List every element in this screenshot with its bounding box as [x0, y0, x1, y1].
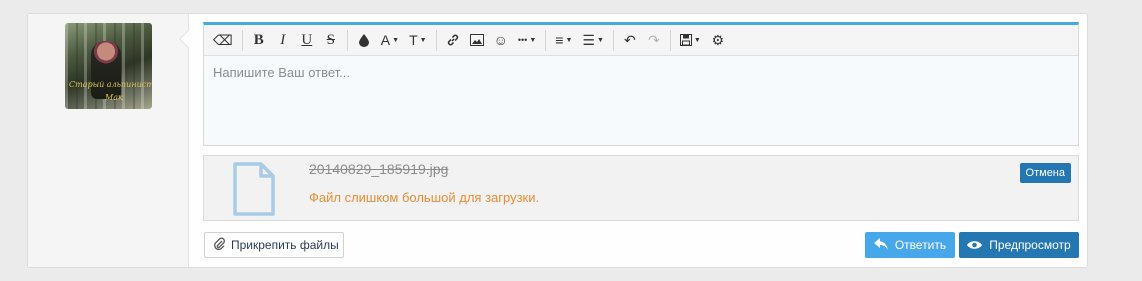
attachment-file-name: 20140829_185919.jpg — [309, 161, 449, 177]
more-icon: ••• — [517, 35, 528, 45]
avatar[interactable]: Старый альпинист Мак — [65, 23, 152, 109]
bold-button[interactable]: B — [247, 28, 271, 52]
preview-button[interactable]: Предпросмотр — [959, 232, 1079, 258]
user-column: Старый альпинист Мак — [28, 14, 189, 267]
chevron-down-icon: ▼ — [419, 36, 427, 44]
reply-label: Ответить — [894, 238, 947, 252]
attach-files-label: Прикрепить файлы — [231, 238, 339, 252]
chevron-down-icon: ▼ — [392, 36, 400, 44]
attach-files-button[interactable]: Прикрепить файлы — [204, 232, 344, 258]
avatar-caption: Старый альпинист — [69, 80, 152, 89]
font-family-icon: T — [409, 32, 418, 48]
smilie-icon[interactable]: ☺ — [489, 28, 513, 52]
eye-icon — [967, 238, 983, 253]
chevron-down-icon: ▼ — [596, 36, 604, 44]
avatar-caption-2: Мак — [105, 93, 123, 102]
more-options-dropdown[interactable]: ••• ▼ — [513, 28, 541, 52]
toolbar-divider — [241, 29, 243, 51]
gear-icon[interactable]: ⚙ — [706, 28, 730, 52]
undo-icon[interactable]: ↶ — [618, 28, 642, 52]
toolbar-divider — [612, 29, 614, 51]
quick-reply-block: Старый альпинист Мак ⌫ B I U S A ▼ T ▼ ☺… — [27, 13, 1088, 268]
drafts-dropdown[interactable]: ▼ — [675, 28, 706, 52]
reply-icon — [873, 237, 888, 253]
chevron-down-icon: ▼ — [693, 36, 701, 44]
editor-toolbar: ⌫ B I U S A ▼ T ▼ ☺ ••• ▼ ≡ ▼ ☰ ▼ ↶ ↷ ▼ … — [204, 25, 1078, 56]
toolbar-divider — [669, 29, 671, 51]
italic-button[interactable]: I — [271, 28, 295, 52]
toolbar-divider — [435, 29, 437, 51]
underline-button[interactable]: U — [295, 28, 319, 52]
clear-formatting-icon[interactable]: ⌫ — [208, 28, 238, 52]
file-icon — [233, 162, 275, 216]
link-icon[interactable] — [441, 28, 465, 52]
preview-label: Предпросмотр — [989, 238, 1071, 252]
cancel-upload-button[interactable]: Отмена — [1019, 163, 1071, 183]
font-family-dropdown[interactable]: T ▼ — [404, 28, 432, 52]
align-icon: ≡ — [555, 32, 564, 48]
align-dropdown[interactable]: ≡ ▼ — [550, 28, 577, 52]
toolbar-divider — [545, 29, 547, 51]
font-size-dropdown[interactable]: A ▼ — [376, 28, 404, 52]
list-dropdown[interactable]: ☰ ▼ — [577, 28, 609, 52]
image-icon[interactable] — [465, 28, 489, 52]
rich-text-editor: ⌫ B I U S A ▼ T ▼ ☺ ••• ▼ ≡ ▼ ☰ ▼ ↶ ↷ ▼ … — [203, 22, 1079, 146]
message-input[interactable]: Напишите Ваш ответ... — [204, 56, 1078, 145]
attachment-upload-item: 20140829_185919.jpg Файл слишком большой… — [203, 155, 1079, 221]
text-color-icon[interactable] — [352, 28, 376, 52]
save-icon — [679, 34, 692, 46]
avatar-person — [91, 41, 121, 99]
redo-icon[interactable]: ↷ — [642, 28, 666, 52]
reply-button[interactable]: Ответить — [865, 232, 955, 258]
toolbar-divider — [346, 29, 348, 51]
paperclip-icon — [214, 237, 225, 253]
list-icon: ☰ — [582, 31, 595, 48]
chevron-down-icon: ▼ — [565, 36, 573, 44]
strikethrough-button[interactable]: S — [319, 28, 343, 52]
attachment-error-message: Файл слишком большой для загрузки. — [309, 190, 540, 205]
message-placeholder: Напишите Ваш ответ... — [213, 65, 351, 80]
font-size-icon: A — [380, 32, 391, 48]
chevron-down-icon: ▼ — [529, 36, 537, 44]
